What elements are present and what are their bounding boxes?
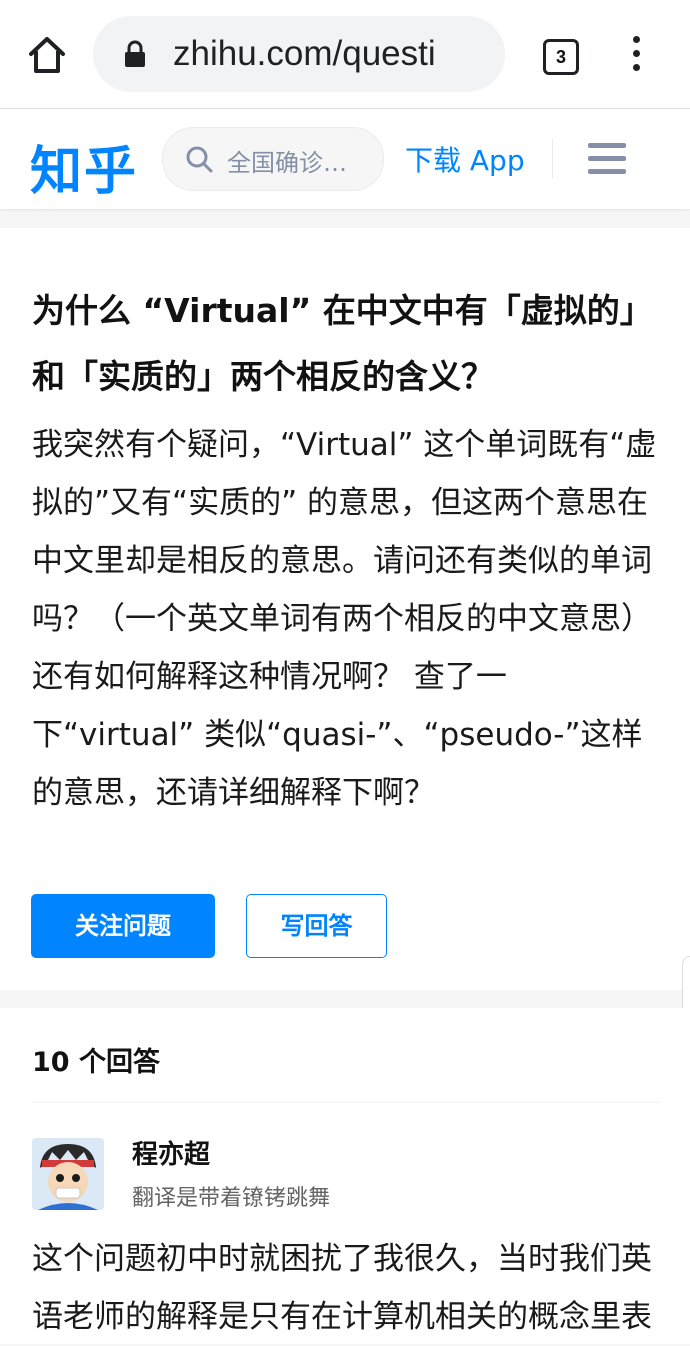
follow-question-button[interactable]: 关注问题 [31, 894, 215, 958]
author-name[interactable]: 程亦超 [132, 1134, 210, 1171]
header-divider [552, 139, 553, 179]
write-answer-button[interactable]: 写回答 [246, 894, 387, 958]
search-input[interactable]: 全国确诊… [162, 127, 384, 191]
home-icon[interactable] [22, 30, 72, 80]
answer-excerpt[interactable]: 这个问题初中时就困扰了我很久，当时我们英语老师的解释是只有在计算机相关的概念里表 [32, 1230, 660, 1346]
divider [32, 1102, 660, 1103]
url-text: zhihu.com/questi [173, 34, 436, 73]
browser-toolbar: zhihu.com/questi 3 [0, 0, 690, 109]
download-app-link[interactable]: 下载 App [405, 139, 525, 179]
answers-card: 10 个回答 程亦超 翻译是带着镣铐跳舞 这个问题初中时就困扰了我很久，当时我们… [0, 1008, 690, 1344]
answer-count: 10 个回答 [32, 1047, 160, 1078]
zhihu-logo[interactable]: 知乎 [30, 129, 138, 204]
search-icon [186, 146, 213, 173]
author-bio: 翻译是带着镣铐跳舞 [132, 1186, 331, 1211]
avatar[interactable] [32, 1138, 104, 1210]
question-title: 为什么 “Virtual” 在中文中有「虚拟的」和「实质的」两个相反的含义？ [32, 291, 653, 396]
question-description: 我突然有个疑问，“Virtual” 这个单词既有“虚拟的”又有“实质的” 的意思… [32, 427, 657, 811]
lock-icon [123, 40, 147, 68]
search-placeholder: 全国确诊… [227, 149, 347, 177]
site-header: 知乎 全国确诊… 下载 App [0, 109, 690, 209]
hamburger-menu-icon[interactable] [588, 143, 626, 175]
more-menu-icon[interactable] [624, 36, 648, 76]
question-card: 为什么 “Virtual” 在中文中有「虚拟的」和「实质的」两个相反的含义？ 我… [0, 228, 690, 990]
url-bar[interactable]: zhihu.com/questi [93, 16, 505, 92]
tab-switcher-button[interactable]: 3 [543, 39, 579, 75]
